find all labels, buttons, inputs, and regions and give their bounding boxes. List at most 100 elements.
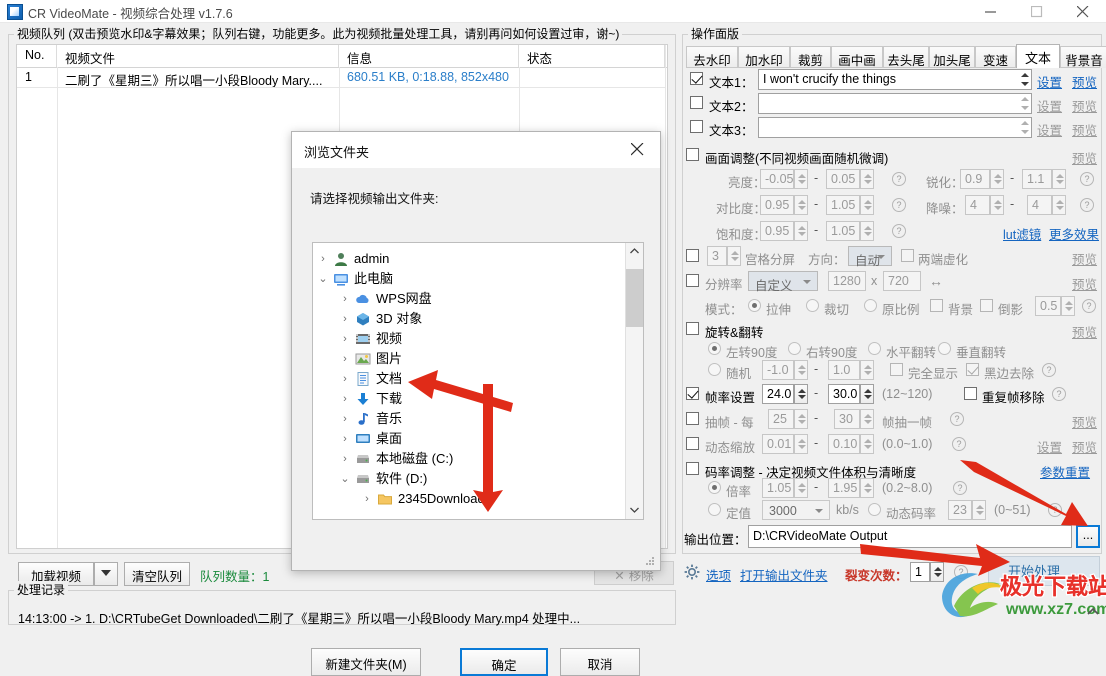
brightness-min-input[interactable]: -0.05 bbox=[760, 169, 794, 189]
rotate-random-max-input[interactable]: 1.0 bbox=[828, 360, 860, 380]
sharpen-help-icon[interactable]: ? bbox=[1080, 172, 1094, 186]
dynamic-zoom-settings-link[interactable]: 设置 bbox=[1037, 437, 1062, 456]
tree-node[interactable]: › WPS网盘 bbox=[313, 289, 625, 309]
edge-blur-checkbox[interactable] bbox=[901, 249, 914, 262]
bitrate-fixed-radio[interactable] bbox=[708, 503, 721, 516]
dropframe-checkbox[interactable] bbox=[686, 412, 699, 425]
sharpen-max-spinner[interactable] bbox=[1052, 169, 1066, 189]
brightness-max-input[interactable]: 0.05 bbox=[826, 169, 860, 189]
black-border-remove-checkbox[interactable] bbox=[966, 363, 979, 376]
ok-button[interactable]: 确定 bbox=[460, 648, 548, 676]
lut-filter-link[interactable]: lut滤镜 bbox=[1003, 224, 1041, 243]
grid-split-checkbox[interactable] bbox=[686, 249, 699, 262]
new-folder-button[interactable]: 新建文件夹(M) bbox=[311, 648, 421, 676]
bitrate-dynamic-input[interactable]: 23 bbox=[948, 500, 972, 520]
resolution-width-input[interactable]: 1280 bbox=[828, 271, 866, 291]
duplicate-frame-remove-checkbox[interactable] bbox=[964, 387, 977, 400]
browse-output-button[interactable]: ... bbox=[1076, 525, 1100, 548]
split-count-spinner[interactable] bbox=[930, 562, 944, 582]
contrast-min-spinner[interactable] bbox=[794, 195, 808, 215]
saturation-help-icon[interactable]: ? bbox=[892, 224, 906, 238]
scroll-up-icon[interactable] bbox=[626, 243, 643, 260]
bitrate-mult-min-input[interactable]: 1.05 bbox=[762, 478, 794, 498]
picture-adjust-preview-link[interactable]: 预览 bbox=[1072, 148, 1097, 167]
gear-icon[interactable] bbox=[684, 564, 700, 580]
text2-settings-link[interactable]: 设置 bbox=[1037, 96, 1062, 115]
bitrate-dynamic-spinner[interactable] bbox=[972, 500, 986, 520]
background-checkbox[interactable] bbox=[930, 299, 943, 312]
framerate-help-icon[interactable]: ? bbox=[1052, 387, 1066, 401]
sharpen-min-input[interactable]: 0.9 bbox=[960, 169, 990, 189]
contrast-max-spinner[interactable] bbox=[860, 195, 874, 215]
contrast-max-input[interactable]: 1.05 bbox=[826, 195, 860, 215]
grid-count-input[interactable]: 3 bbox=[707, 246, 727, 266]
tree-node[interactable]: › 3D 对象 bbox=[313, 309, 625, 329]
clear-queue-button[interactable]: 清空队列 bbox=[124, 562, 190, 586]
dynamic-zoom-checkbox[interactable] bbox=[686, 437, 699, 450]
bitrate-fixed-combo[interactable]: 3000 bbox=[762, 500, 830, 520]
denoise-max-spinner[interactable] bbox=[1052, 195, 1066, 215]
output-path-input[interactable]: D:\CRVideoMate Output bbox=[748, 525, 1072, 548]
tree-node[interactable]: › 视频 bbox=[313, 329, 625, 349]
bitrate-multiplier-radio[interactable] bbox=[708, 481, 721, 494]
brightness-help-icon[interactable]: ? bbox=[892, 172, 906, 186]
grid-split-preview-link[interactable]: 预览 bbox=[1072, 249, 1097, 268]
flip-horizontal-radio[interactable] bbox=[868, 342, 881, 355]
chevron-down-icon[interactable]: ⌄ bbox=[317, 269, 329, 289]
minimize-button[interactable] bbox=[969, 0, 1014, 22]
chevron-right-icon[interactable]: › bbox=[339, 289, 351, 309]
picture-adjust-checkbox[interactable] bbox=[686, 148, 699, 161]
text3-input[interactable] bbox=[758, 117, 1032, 138]
flip-vertical-radio[interactable] bbox=[938, 342, 951, 355]
tab-trim[interactable]: 去头尾 bbox=[883, 46, 929, 68]
dynamic-zoom-min-input[interactable]: 0.01 bbox=[762, 434, 794, 454]
brightness-min-spinner[interactable] bbox=[794, 169, 808, 189]
resolution-checkbox[interactable] bbox=[686, 274, 699, 287]
chevron-right-icon[interactable]: › bbox=[339, 369, 351, 389]
chevron-right-icon[interactable]: › bbox=[339, 349, 351, 369]
grid-count-spinner[interactable] bbox=[727, 246, 741, 266]
reflection-spinner[interactable] bbox=[1061, 296, 1075, 316]
collapse-chevron-icon[interactable] bbox=[1086, 606, 1100, 618]
framerate-max-spinner[interactable] bbox=[860, 384, 874, 404]
bitrate-mult-min-spinner[interactable] bbox=[794, 478, 808, 498]
grid-direction-combo[interactable]: 自动 bbox=[848, 246, 892, 268]
column-header-status[interactable]: 状态 bbox=[519, 45, 665, 67]
bitrate-mult-help-icon[interactable]: ? bbox=[953, 481, 967, 495]
chevron-right-icon[interactable]: › bbox=[339, 449, 351, 469]
rotate-help-icon[interactable]: ? bbox=[1042, 363, 1056, 377]
tree-node[interactable]: › 图片 bbox=[313, 349, 625, 369]
resolution-preset-combo[interactable]: 自定义 bbox=[748, 271, 818, 293]
framerate-min-input[interactable]: 24.0 bbox=[762, 384, 794, 404]
text2-spinner[interactable] bbox=[1018, 93, 1032, 114]
scroll-down-icon[interactable] bbox=[626, 502, 643, 519]
tree-node[interactable]: ⌄ 软件 (D:) bbox=[313, 469, 625, 489]
dropframe-min-spinner[interactable] bbox=[794, 409, 808, 429]
text3-preview-link[interactable]: 预览 bbox=[1072, 120, 1097, 139]
options-link[interactable]: 选项 bbox=[706, 565, 731, 584]
tab-pip[interactable]: 画中画 bbox=[831, 46, 883, 68]
tree-node[interactable]: › 本地磁盘 (C:) bbox=[313, 449, 625, 469]
chevron-right-icon[interactable]: › bbox=[339, 309, 351, 329]
rotate-preview-link[interactable]: 预览 bbox=[1072, 322, 1097, 341]
tree-scrollbar[interactable] bbox=[625, 243, 643, 519]
folder-tree[interactable]: › admin ⌄ 此电脑 › WPS网盘 › 3D 对象 › 视频 › 图片 › 文档 › 下载 › 音乐 › 桌面… bbox=[312, 242, 644, 520]
dynamic-zoom-preview-link[interactable]: 预览 bbox=[1072, 437, 1097, 456]
text1-input[interactable]: I won't crucify the things bbox=[758, 69, 1032, 90]
split-count-input[interactable]: 1 bbox=[910, 562, 930, 582]
sharpen-max-input[interactable]: 1.1 bbox=[1022, 169, 1052, 189]
saturation-min-input[interactable]: 0.95 bbox=[760, 221, 794, 241]
denoise-min-spinner[interactable] bbox=[990, 195, 1004, 215]
text1-spinner[interactable] bbox=[1018, 69, 1032, 90]
close-button[interactable] bbox=[1061, 0, 1106, 22]
chevron-right-icon[interactable]: › bbox=[339, 409, 351, 429]
tab-remove-watermark[interactable]: 去水印 bbox=[686, 46, 738, 68]
text3-spinner[interactable] bbox=[1018, 117, 1032, 138]
swap-icon[interactable]: ↔ bbox=[929, 273, 943, 289]
dropframe-max-input[interactable]: 30 bbox=[834, 409, 860, 429]
tree-node[interactable]: › admin bbox=[313, 249, 625, 269]
brightness-max-spinner[interactable] bbox=[860, 169, 874, 189]
dynamic-zoom-help-icon[interactable]: ? bbox=[952, 437, 966, 451]
saturation-max-input[interactable]: 1.05 bbox=[826, 221, 860, 241]
denoise-help-icon[interactable]: ? bbox=[1080, 198, 1094, 212]
